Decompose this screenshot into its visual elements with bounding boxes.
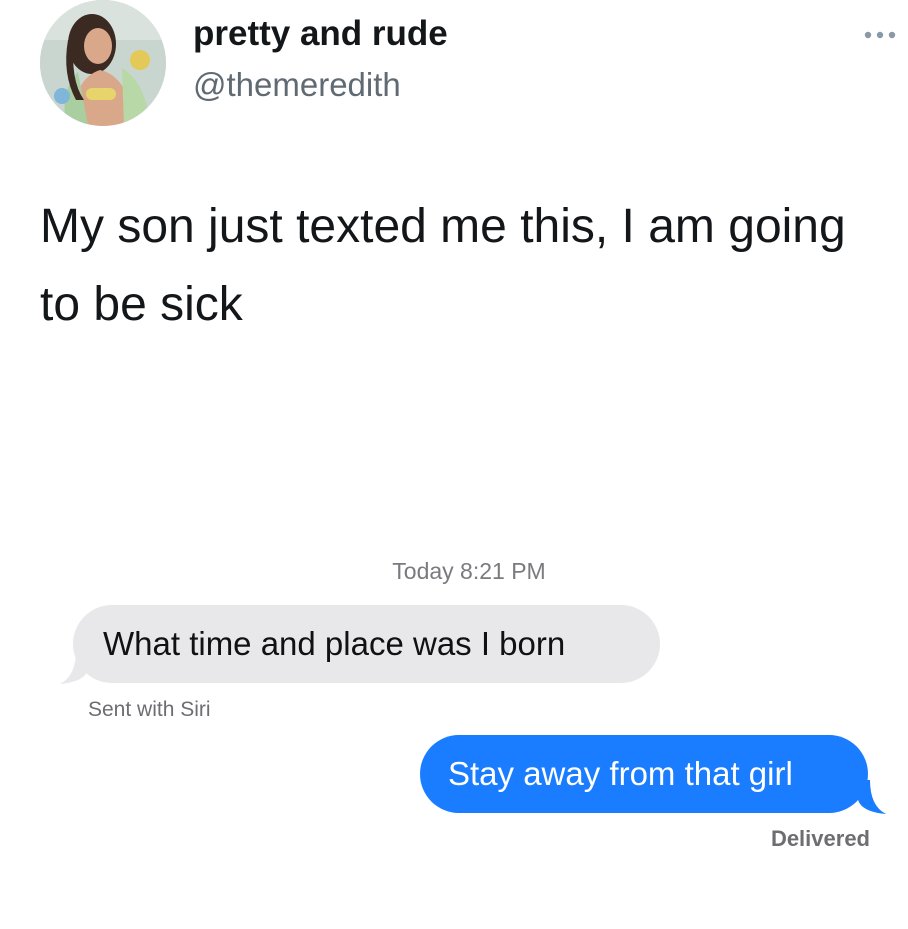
outgoing-message-bubble[interactable]: Stay away from that girl bbox=[420, 735, 868, 813]
tweet-text: My son just texted me this, I am going t… bbox=[40, 200, 846, 331]
user-handle[interactable]: @themeredith bbox=[193, 66, 401, 104]
ellipsis-icon[interactable] bbox=[862, 28, 902, 42]
sent-with-siri-note: Sent with Siri bbox=[88, 698, 211, 721]
outgoing-message-text: Stay away from that girl bbox=[448, 755, 793, 792]
message-timestamp: Today 8:21 PM bbox=[392, 558, 546, 584]
avatar[interactable] bbox=[40, 0, 166, 126]
incoming-message-bubble[interactable]: What time and place was I born bbox=[73, 605, 660, 683]
display-name[interactable]: pretty and rude bbox=[193, 14, 448, 54]
delivered-status: Delivered bbox=[770, 826, 870, 851]
profile-photo-icon bbox=[40, 0, 166, 126]
incoming-message-text: What time and place was I born bbox=[103, 625, 566, 662]
